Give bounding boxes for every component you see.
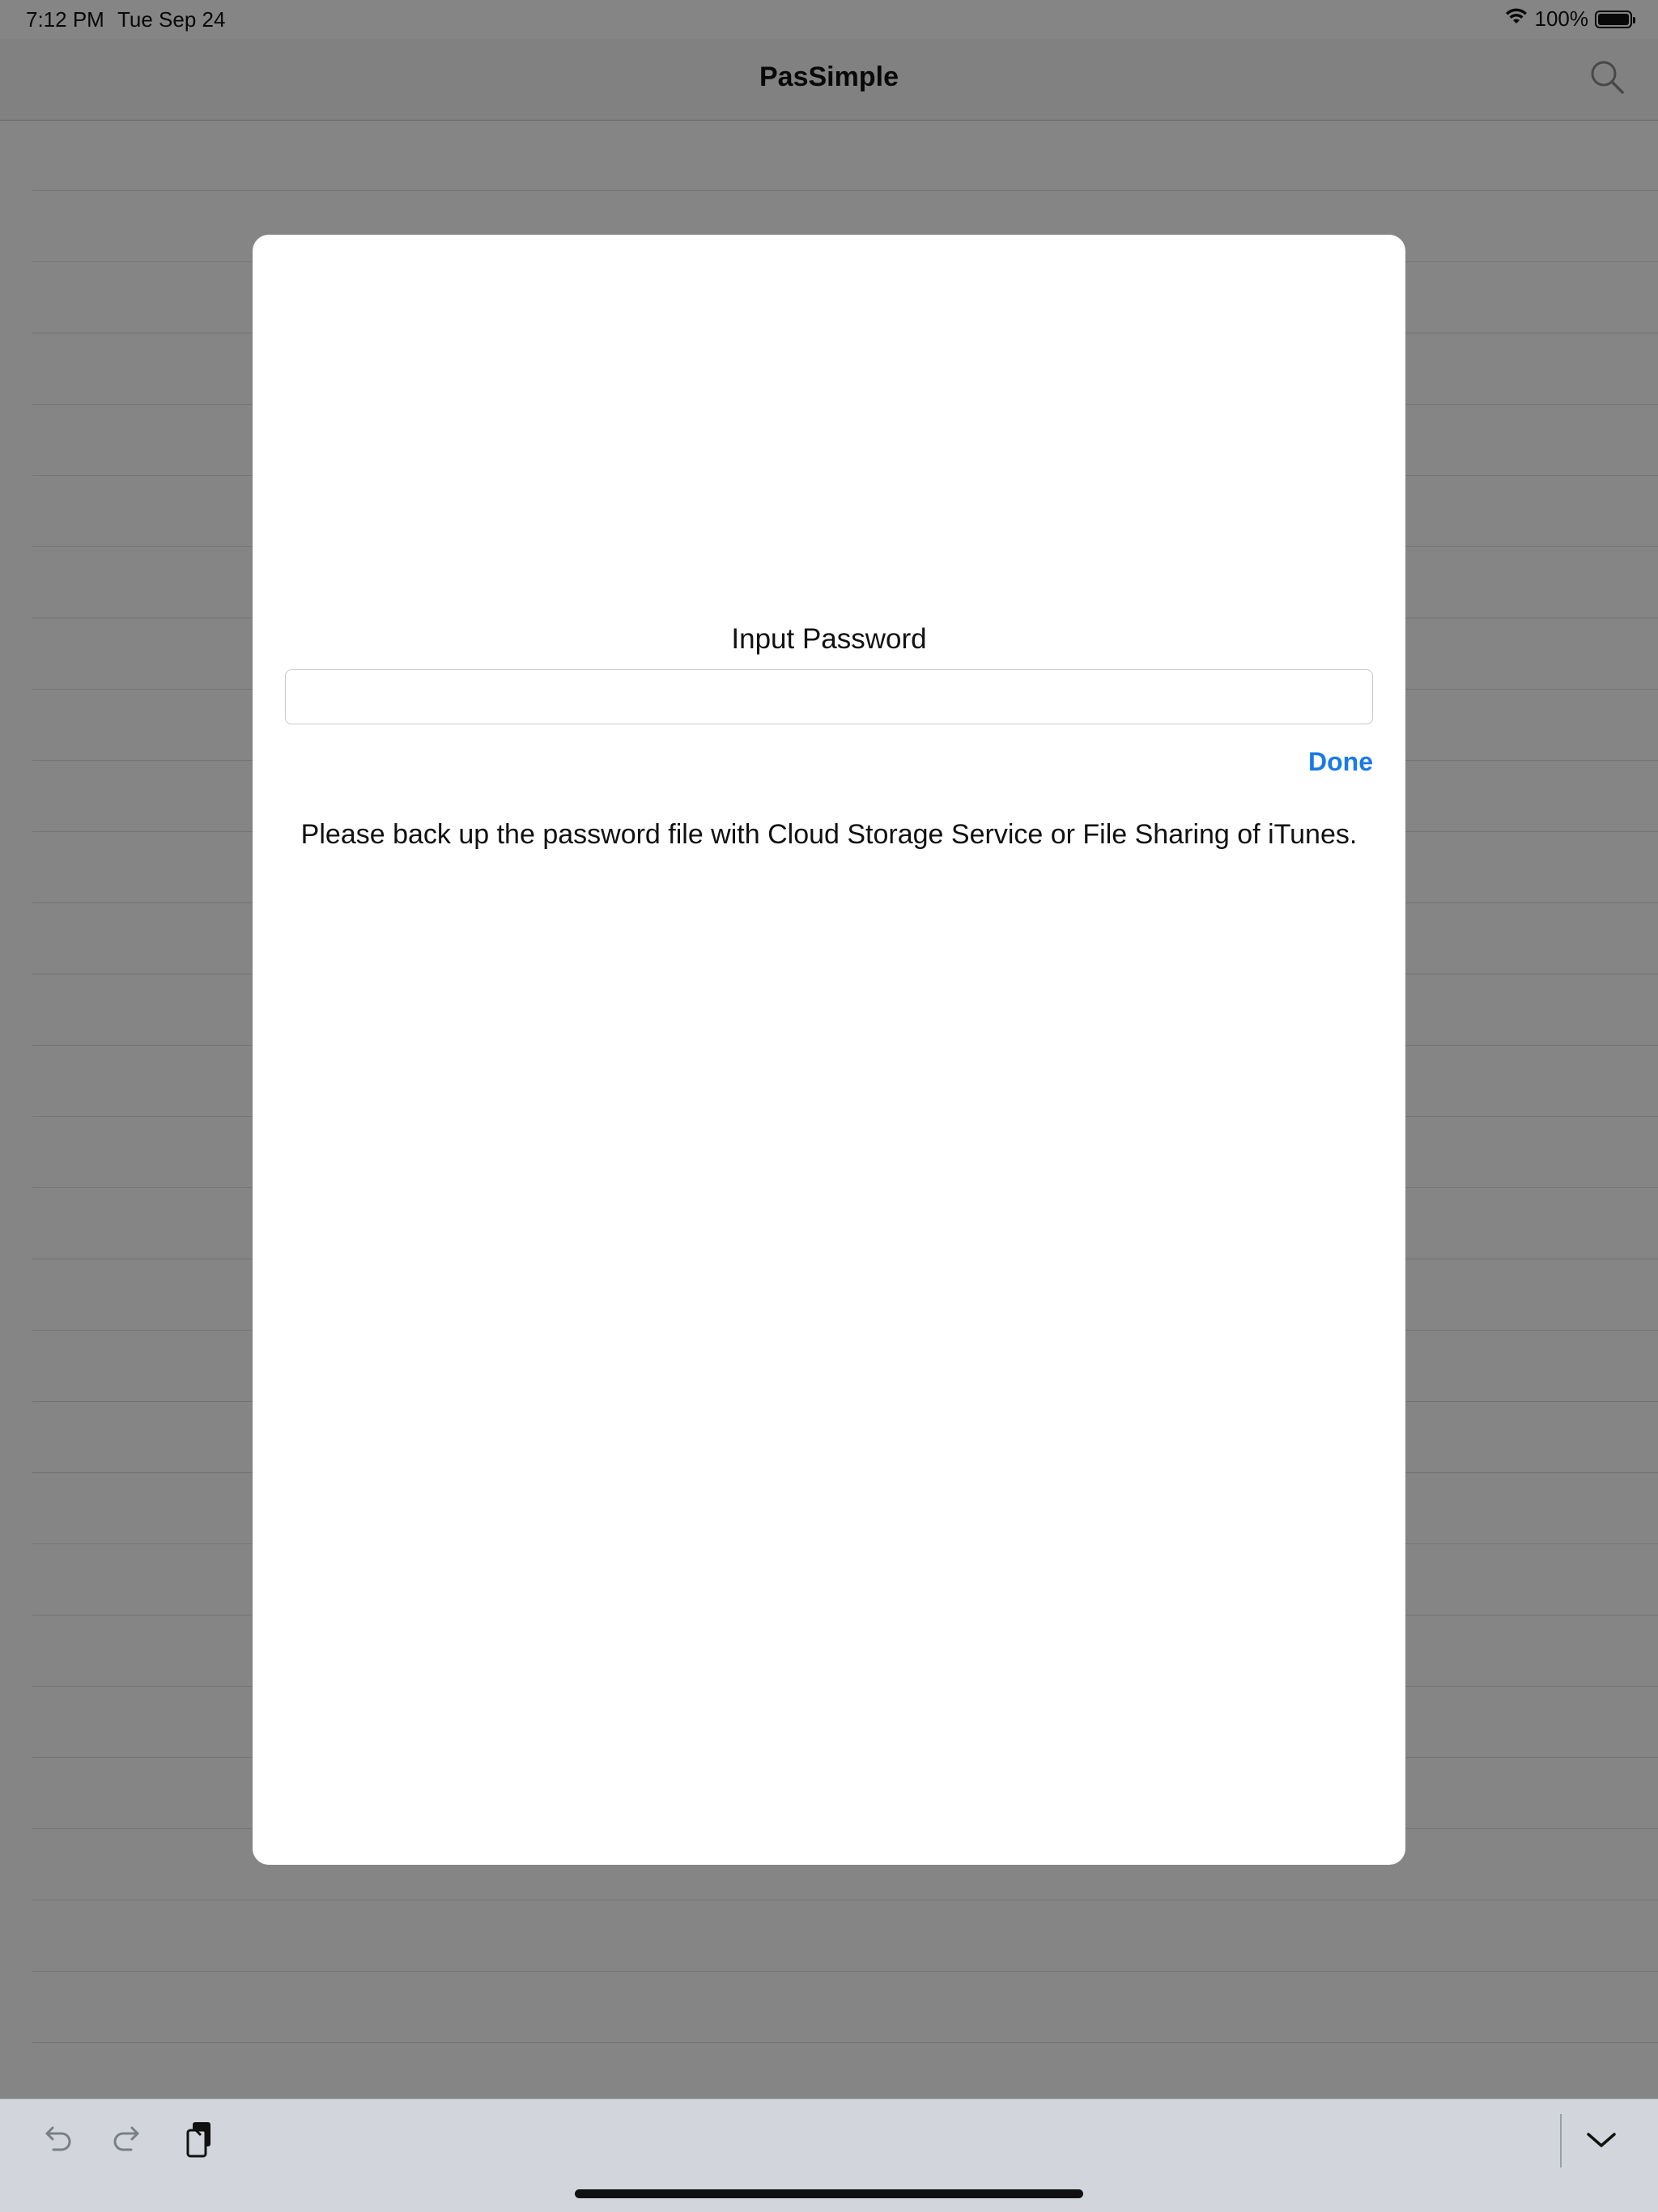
home-indicator xyxy=(575,2189,1083,2198)
paste-icon[interactable] xyxy=(180,2119,222,2161)
done-button[interactable]: Done xyxy=(1308,747,1373,777)
chevron-down-icon[interactable] xyxy=(1580,2119,1622,2161)
password-sheet: Input Password Done Please back up the p… xyxy=(253,235,1405,1865)
input-password-label: Input Password xyxy=(731,623,927,655)
undo-icon[interactable] xyxy=(36,2119,78,2161)
redo-icon[interactable] xyxy=(107,2119,149,2161)
toolbar-divider xyxy=(1560,2114,1562,2167)
backup-notice: Please back up the password file with Cl… xyxy=(300,819,1358,850)
password-input[interactable] xyxy=(285,669,1373,724)
